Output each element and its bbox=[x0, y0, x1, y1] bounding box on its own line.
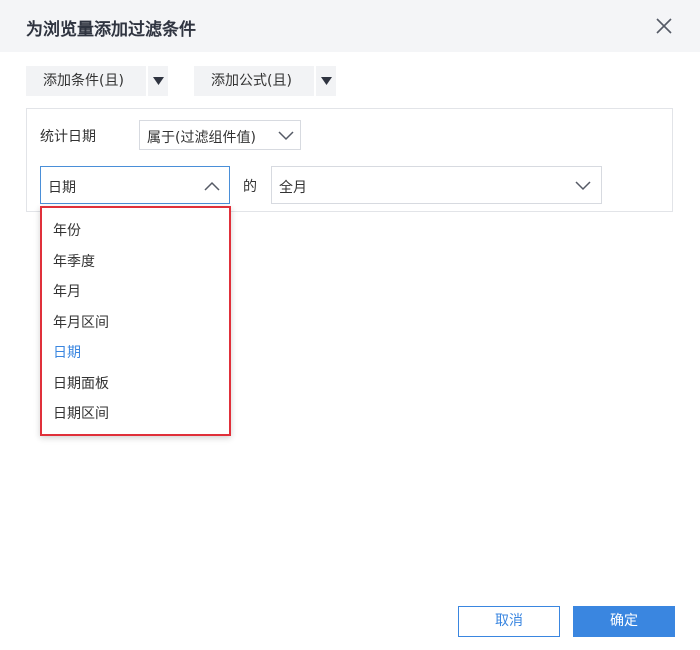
date-type-options: 年份 年季度 年月 年月区间 日期 日期面板 日期区间 bbox=[42, 208, 229, 430]
add-formula-button[interactable]: 添加公式(且) bbox=[194, 66, 336, 96]
add-condition-button[interactable]: 添加条件(且) bbox=[26, 66, 168, 96]
date-type-dropdown: 年份 年季度 年月 年月区间 日期 日期面板 日期区间 bbox=[40, 206, 231, 436]
chevron-down-icon bbox=[278, 131, 294, 141]
cancel-button[interactable]: 取消 bbox=[458, 606, 560, 637]
ok-button[interactable]: 确定 bbox=[573, 606, 675, 637]
dropdown-option-date-range[interactable]: 日期区间 bbox=[42, 399, 229, 430]
operator-select[interactable]: 属于(过滤组件值) bbox=[139, 120, 301, 150]
dropdown-option-date-panel[interactable]: 日期面板 bbox=[42, 369, 229, 400]
add-condition-dropdown-toggle[interactable] bbox=[146, 66, 168, 96]
close-icon bbox=[656, 18, 672, 34]
caret-down-icon bbox=[321, 77, 332, 85]
dialog-header: 为浏览量添加过滤条件 bbox=[0, 0, 700, 52]
chevron-up-icon bbox=[204, 181, 220, 191]
chevron-down-icon bbox=[575, 181, 591, 191]
dropdown-option-year-quarter[interactable]: 年季度 bbox=[42, 247, 229, 278]
range-select[interactable]: 全月 bbox=[271, 166, 602, 204]
close-button[interactable] bbox=[652, 14, 676, 38]
filter-condition-dialog: 为浏览量添加过滤条件 添加条件(且) 添加公式(且) 统计日期 属于(过滤组件值… bbox=[0, 0, 700, 650]
range-value: 全月 bbox=[279, 180, 307, 196]
add-formula-dropdown-toggle[interactable] bbox=[314, 66, 336, 96]
caret-down-icon bbox=[153, 77, 164, 85]
dropdown-option-date[interactable]: 日期 bbox=[42, 338, 229, 369]
dialog-title: 为浏览量添加过滤条件 bbox=[26, 20, 196, 40]
date-type-select[interactable]: 日期 bbox=[40, 166, 230, 204]
add-condition-label: 添加条件(且) bbox=[43, 73, 124, 89]
add-formula-label: 添加公式(且) bbox=[211, 73, 292, 89]
dropdown-option-year-month[interactable]: 年月 bbox=[42, 277, 229, 308]
date-type-value: 日期 bbox=[48, 180, 76, 196]
dropdown-option-year-month-range[interactable]: 年月区间 bbox=[42, 308, 229, 339]
dropdown-option-year[interactable]: 年份 bbox=[42, 216, 229, 247]
connector-label: 的 bbox=[243, 179, 257, 195]
operator-value: 属于(过滤组件值) bbox=[147, 130, 256, 146]
field-label: 统计日期 bbox=[40, 129, 96, 145]
